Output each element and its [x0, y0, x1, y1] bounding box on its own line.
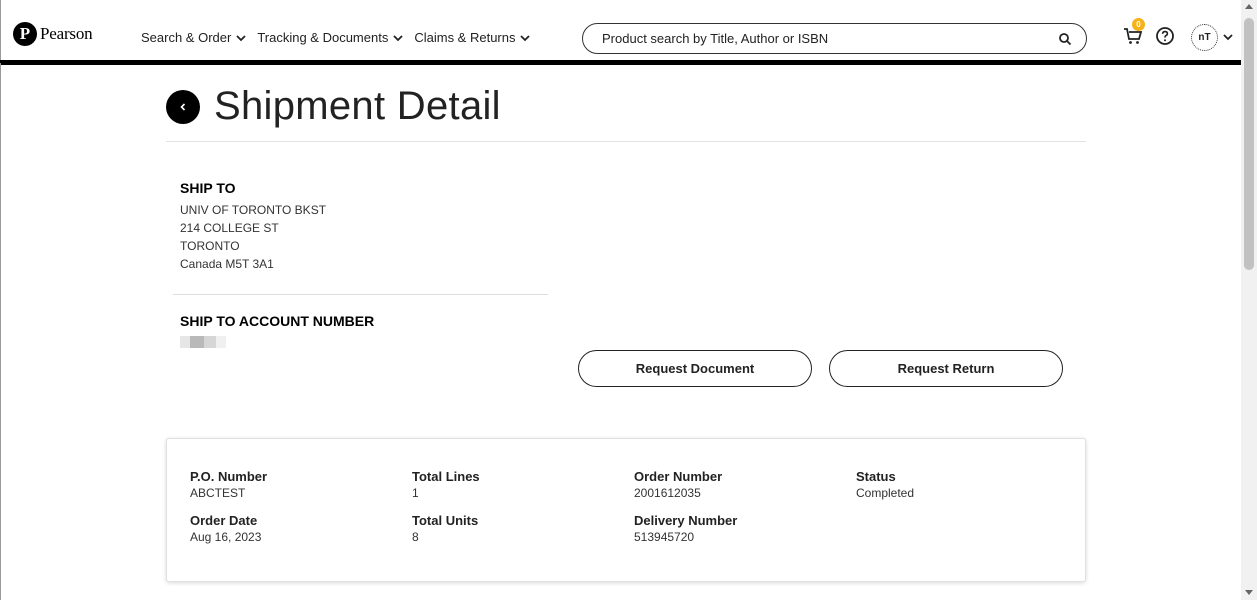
order-number-value: 2001612035 — [634, 486, 701, 500]
account-number-redacted — [180, 335, 230, 348]
status-field: Status Completed — [856, 469, 914, 500]
total-lines-label: Total Lines — [412, 469, 480, 484]
chevron-down-icon[interactable] — [1222, 31, 1234, 43]
ship-to-account-label: SHIP TO ACCOUNT NUMBER — [180, 313, 375, 329]
address-line: 214 COLLEGE ST — [180, 221, 279, 235]
top-header: P Pearson Search & Order Tracking & Docu… — [0, 0, 1257, 63]
ship-to-label: SHIP TO — [180, 180, 236, 196]
ship-to-address: UNIV OF TORONTO BKST 214 COLLEGE ST TORO… — [180, 201, 326, 273]
po-number-field: P.O. Number ABCTEST — [190, 469, 267, 500]
chevron-down-icon — [236, 34, 246, 41]
order-date-label: Order Date — [190, 513, 258, 528]
total-units-value: 8 — [412, 530, 419, 544]
total-units-field: Total Units 8 — [412, 513, 478, 544]
delivery-number-value: 513945720 — [634, 530, 695, 544]
chevron-down-icon — [520, 34, 531, 41]
chevron-left-icon — [180, 102, 186, 111]
order-date-value: Aug 16, 2023 — [190, 530, 262, 544]
request-document-button[interactable]: Request Document — [578, 350, 812, 387]
nav-claims-returns-label: Claims & Returns — [414, 30, 516, 45]
vertical-scrollbar[interactable] — [1241, 0, 1257, 600]
total-units-label: Total Units — [412, 513, 479, 528]
total-lines-field: Total Lines 1 — [412, 469, 480, 500]
delivery-number-field: Delivery Number 513945720 — [634, 513, 737, 544]
address-line: TORONTO — [180, 239, 240, 253]
search-icon[interactable] — [1058, 32, 1072, 46]
order-number-field: Order Number 2001612035 — [634, 469, 722, 500]
scroll-up-arrow-icon[interactable] — [1245, 4, 1253, 9]
scroll-down-arrow-icon[interactable] — [1245, 590, 1253, 595]
nav-search-order[interactable]: Search & Order — [141, 30, 247, 45]
nav-claims-returns[interactable]: Claims & Returns — [414, 30, 531, 45]
status-value: Completed — [856, 486, 915, 500]
scroll-thumb[interactable] — [1244, 18, 1254, 270]
shipment-summary-card: P.O. Number ABCTEST Total Lines 1 Order … — [166, 438, 1086, 582]
pearson-logo[interactable]: P Pearson — [13, 22, 93, 46]
pearson-logo-mark: P — [13, 22, 37, 46]
chevron-down-icon — [393, 34, 403, 41]
order-date-field: Order Date Aug 16, 2023 — [190, 513, 261, 544]
address-line: UNIV OF TORONTO BKST — [180, 203, 327, 217]
nav-search-order-label: Search & Order — [141, 30, 232, 45]
pearson-logo-text: Pearson — [40, 24, 93, 43]
order-number-label: Order Number — [634, 469, 723, 484]
nav-tracking-documents[interactable]: Tracking & Documents — [257, 30, 404, 45]
page-title-row: Shipment Detail — [166, 84, 501, 129]
page-title: Shipment Detail — [214, 84, 501, 128]
request-return-button[interactable]: Request Return — [829, 350, 1063, 387]
po-number-label: P.O. Number — [190, 469, 268, 484]
po-number-value: ABCTEST — [190, 486, 246, 500]
status-label: Status — [856, 469, 896, 484]
total-lines-value: 1 — [412, 486, 419, 500]
user-avatar[interactable]: nT — [1191, 24, 1218, 51]
help-icon[interactable] — [1155, 26, 1175, 46]
window-edge — [0, 63, 1, 600]
product-search-bar — [582, 23, 1087, 54]
back-button[interactable] — [166, 89, 200, 124]
title-divider — [166, 141, 1086, 142]
section-divider — [173, 294, 548, 295]
main-nav: Search & Order Tracking & Documents Clai… — [141, 30, 541, 45]
nav-tracking-documents-label: Tracking & Documents — [257, 30, 389, 45]
cart-count-badge: 0 — [1132, 18, 1145, 31]
address-line: Canada M5T 3A1 — [180, 257, 274, 271]
header-divider — [0, 60, 1241, 65]
delivery-number-label: Delivery Number — [634, 513, 738, 528]
product-search-input[interactable] — [602, 31, 1042, 46]
cart-button[interactable]: 0 — [1122, 18, 1145, 46]
